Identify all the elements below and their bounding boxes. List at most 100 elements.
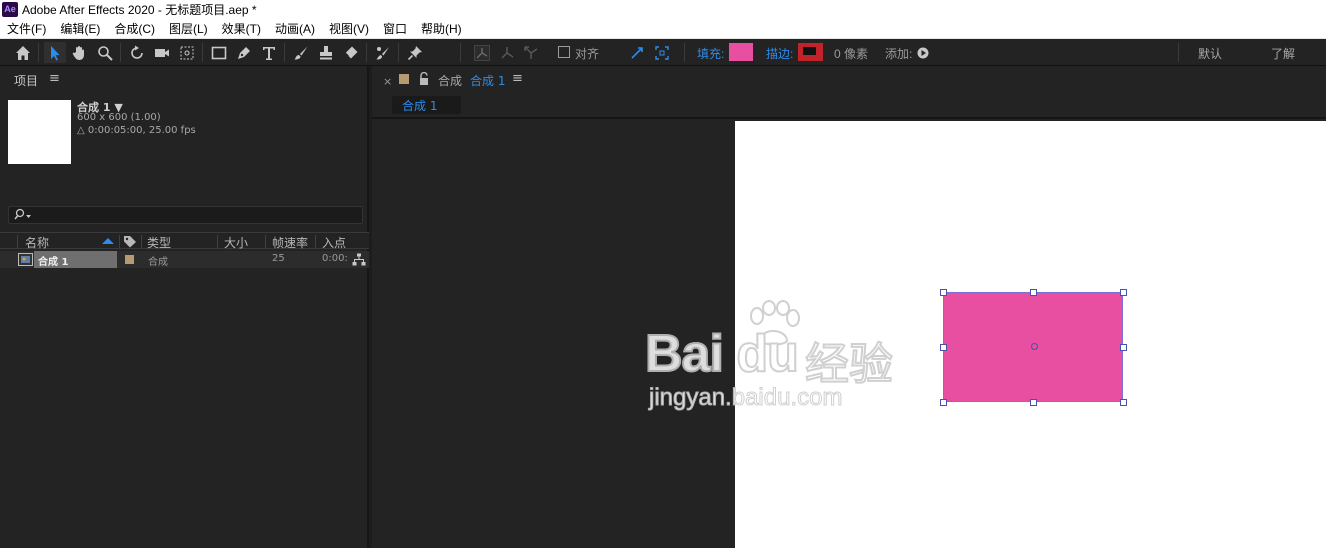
window-title: Adobe After Effects 2020 - 无标题项目.aep * [22, 2, 257, 17]
project-item-in-point: 0:00: [322, 253, 348, 264]
arrow-icon [51, 45, 60, 60]
type-tool[interactable] [258, 42, 280, 63]
align-label: 对齐 [575, 47, 600, 61]
eraser-icon [345, 46, 358, 58]
clone-stamp-tool[interactable] [315, 42, 337, 63]
transform-handle-top-right[interactable] [1120, 289, 1127, 296]
snap-icon [631, 46, 643, 59]
puppet-pin-tool[interactable] [404, 42, 426, 63]
stroke-color-swatch[interactable] [798, 43, 823, 61]
column-frame-rate[interactable]: 帧速率 [272, 234, 308, 251]
comp-tab-name[interactable]: 合成 1 [470, 72, 505, 89]
watermark-brand: Bai du [644, 324, 800, 384]
transform-handle-left[interactable] [940, 344, 947, 351]
project-panel-title[interactable]: 项目 [14, 72, 38, 89]
roto-brush-tool[interactable] [372, 42, 394, 63]
eraser-tool[interactable] [340, 42, 362, 63]
menu-help[interactable]: 帮助(H) [414, 20, 469, 37]
axis-view-button[interactable] [520, 42, 542, 63]
watermark-url: jingyan.baidu.com [648, 384, 843, 412]
target-icon [655, 45, 669, 60]
transform-handle-top-left[interactable] [940, 289, 947, 296]
axis-world-button[interactable] [496, 42, 518, 63]
project-item-name[interactable]: 合成 1 [38, 253, 68, 268]
add-label[interactable]: 添加: [885, 45, 912, 62]
project-item-row[interactable]: 合成 1 合成 25 0:00: [0, 251, 369, 268]
zoom-tool[interactable] [94, 42, 116, 63]
menu-window[interactable]: 窗口 [376, 20, 414, 37]
menu-animation[interactable]: 动画(A) [268, 20, 322, 37]
menu-layer[interactable]: 图层(L) [162, 20, 215, 37]
workspace-default[interactable]: 默认 [1198, 45, 1222, 62]
composition-icon [18, 253, 33, 266]
tools-toolbar: 对齐 填充: 描边: 0 像素 添加: 默认 了解 [0, 39, 1326, 66]
snap-feather-button[interactable] [626, 42, 648, 63]
add-menu-button[interactable] [914, 42, 932, 63]
transform-handle-right[interactable] [1120, 344, 1127, 351]
play-circle-icon [917, 47, 929, 58]
workspace-learn[interactable]: 了解 [1271, 45, 1295, 62]
fill-color-swatch[interactable] [729, 43, 753, 61]
brush-tool[interactable] [290, 42, 312, 63]
hand-icon [72, 45, 84, 60]
rectangle-icon [211, 46, 227, 59]
world-axis-icon [501, 46, 514, 58]
rectangle-tool[interactable] [208, 42, 230, 63]
selected-comp-size: 600 x 600 (1.00) [77, 112, 161, 123]
column-type[interactable]: 类型 [147, 234, 171, 251]
brush-icon [294, 46, 308, 59]
comp-thumbnail [8, 100, 71, 164]
local-axis-icon [474, 44, 490, 61]
label-tag-icon[interactable] [123, 235, 137, 248]
project-panel: 项目 ≡ 合成 1 ▼ 600 x 600 (1.00) △ 0:00:05:0… [0, 66, 369, 548]
fill-label[interactable]: 填充: [697, 45, 724, 62]
composition-breadcrumb-bar: 合成 1 [372, 93, 1326, 119]
align-checkbox[interactable] [558, 46, 570, 58]
axis-local-button[interactable] [471, 42, 493, 63]
transform-handle-top[interactable] [1030, 289, 1037, 296]
view-axis-icon [524, 45, 538, 59]
pan-behind-tool[interactable] [176, 42, 198, 63]
menu-effect[interactable]: 效果(T) [215, 20, 268, 37]
project-item-label-color[interactable] [125, 255, 134, 264]
text-icon [263, 46, 275, 60]
anchor-point[interactable] [1031, 343, 1038, 350]
project-search-input[interactable] [8, 206, 363, 224]
flowchart-icon[interactable] [352, 253, 366, 266]
column-in-point[interactable]: 入点 [322, 234, 346, 251]
pan-behind-icon [180, 46, 194, 59]
snap-target-button[interactable] [651, 42, 673, 63]
project-item-fps: 25 [272, 253, 285, 264]
stroke-width-value[interactable]: 0 像素 [834, 45, 868, 62]
comp-breadcrumb[interactable]: 合成 1 [392, 96, 461, 114]
unlock-icon[interactable] [418, 72, 430, 86]
selection-tool[interactable] [44, 42, 66, 63]
selected-comp-duration: △ 0:00:05:00, 25.00 fps [77, 125, 196, 136]
pen-tool[interactable] [233, 42, 255, 63]
project-item-type: 合成 [148, 257, 168, 268]
column-size[interactable]: 大小 [224, 234, 248, 251]
stroke-label[interactable]: 描边: [766, 45, 793, 62]
composition-tab-bar: × 合成 合成 1 ≡ [372, 66, 1326, 93]
pin-icon [407, 45, 422, 60]
sort-ascending-icon[interactable] [102, 238, 114, 244]
column-name[interactable]: 名称 [25, 234, 49, 251]
home-button[interactable] [12, 42, 34, 63]
transform-handle-bottom-right[interactable] [1120, 399, 1127, 406]
roto-brush-icon [376, 46, 389, 59]
camera-tool[interactable] [151, 42, 173, 63]
transform-handle-bottom[interactable] [1030, 399, 1037, 406]
menu-file[interactable]: 文件(F) [0, 20, 53, 37]
transform-handle-bottom-left[interactable] [940, 399, 947, 406]
watermark-brand-cn: 经验 [804, 338, 894, 391]
menu-composition[interactable]: 合成(C) [107, 20, 162, 37]
comp-panel-menu-icon[interactable]: ≡ [512, 71, 523, 86]
camera-icon [155, 48, 169, 57]
project-panel-menu-icon[interactable]: ≡ [49, 71, 60, 86]
comp-tab-prefix: 合成 [438, 74, 463, 88]
menu-edit[interactable]: 编辑(E) [53, 20, 107, 37]
rotation-tool[interactable] [126, 42, 148, 63]
menu-view[interactable]: 视图(V) [322, 20, 376, 37]
close-tab-icon[interactable]: × [383, 75, 392, 88]
hand-tool[interactable] [68, 42, 90, 63]
